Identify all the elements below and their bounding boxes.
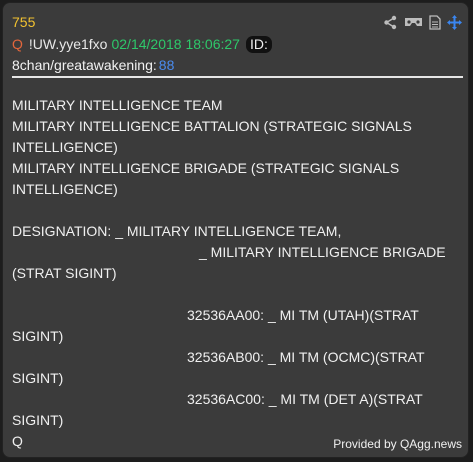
body-line: SIGINT) [12, 370, 64, 386]
q-label: Q [12, 36, 23, 52]
body-line: DESIGNATION: _ MILITARY INTELLIGENCE TEA… [12, 223, 342, 239]
post-toolbar [383, 15, 462, 30]
post-card: 755 Q !UW.yye1fxo 02/14/2018 18:06:27 ID: 8… [2, 2, 469, 458]
tripcode: !UW.yye1fxo [28, 36, 108, 52]
board-line: 8chan/greatawakening: 88 [12, 56, 174, 74]
post-datetime: 02/14/2018 18:06:27 [111, 36, 240, 52]
body-line: _ MILITARY INTELLIGENCE BRIGADE [199, 244, 446, 260]
id-badge: ID: [245, 36, 272, 53]
header-divider [12, 76, 463, 78]
board-name[interactable]: 8chan/greatawakening: [12, 57, 157, 73]
move-icon[interactable] [447, 15, 462, 30]
body-line: 32536AA00: _ MI TM (UTAH)(STRAT [187, 307, 419, 323]
body-line: MILITARY INTELLIGENCE TEAM [12, 97, 223, 113]
board-post-number[interactable]: 88 [159, 57, 175, 73]
body-blank-line [12, 284, 460, 305]
body-line: MILITARY INTELLIGENCE BRIGADE (STRATEGIC… [12, 160, 400, 176]
body-line: 32536AB00: _ MI TM (OCMC)(STRAT [187, 349, 425, 365]
vr-goggles-icon[interactable] [404, 16, 423, 29]
post-body: MILITARY INTELLIGENCE TEAM MILITARY INTE… [12, 95, 460, 452]
share-icon[interactable] [383, 15, 398, 30]
body-line: 32536AC00: _ MI TM (DET A)(STRAT [187, 391, 423, 407]
document-icon[interactable] [429, 15, 441, 30]
body-line: INTELLIGENCE) [12, 181, 118, 197]
post-meta: Q !UW.yye1fxo 02/14/2018 18:06:27 ID: [12, 35, 272, 53]
body-line: SIGINT) [12, 412, 64, 428]
body-line: SIGINT) [12, 328, 64, 344]
body-line: (STRAT SIGINT) [12, 265, 117, 281]
provider-credit[interactable]: Provided by QAgg.news [333, 437, 462, 451]
body-blank-line [12, 200, 460, 221]
body-line: MILITARY INTELLIGENCE BATTALION (STRATEG… [12, 118, 412, 134]
body-line: INTELLIGENCE) [12, 139, 118, 155]
